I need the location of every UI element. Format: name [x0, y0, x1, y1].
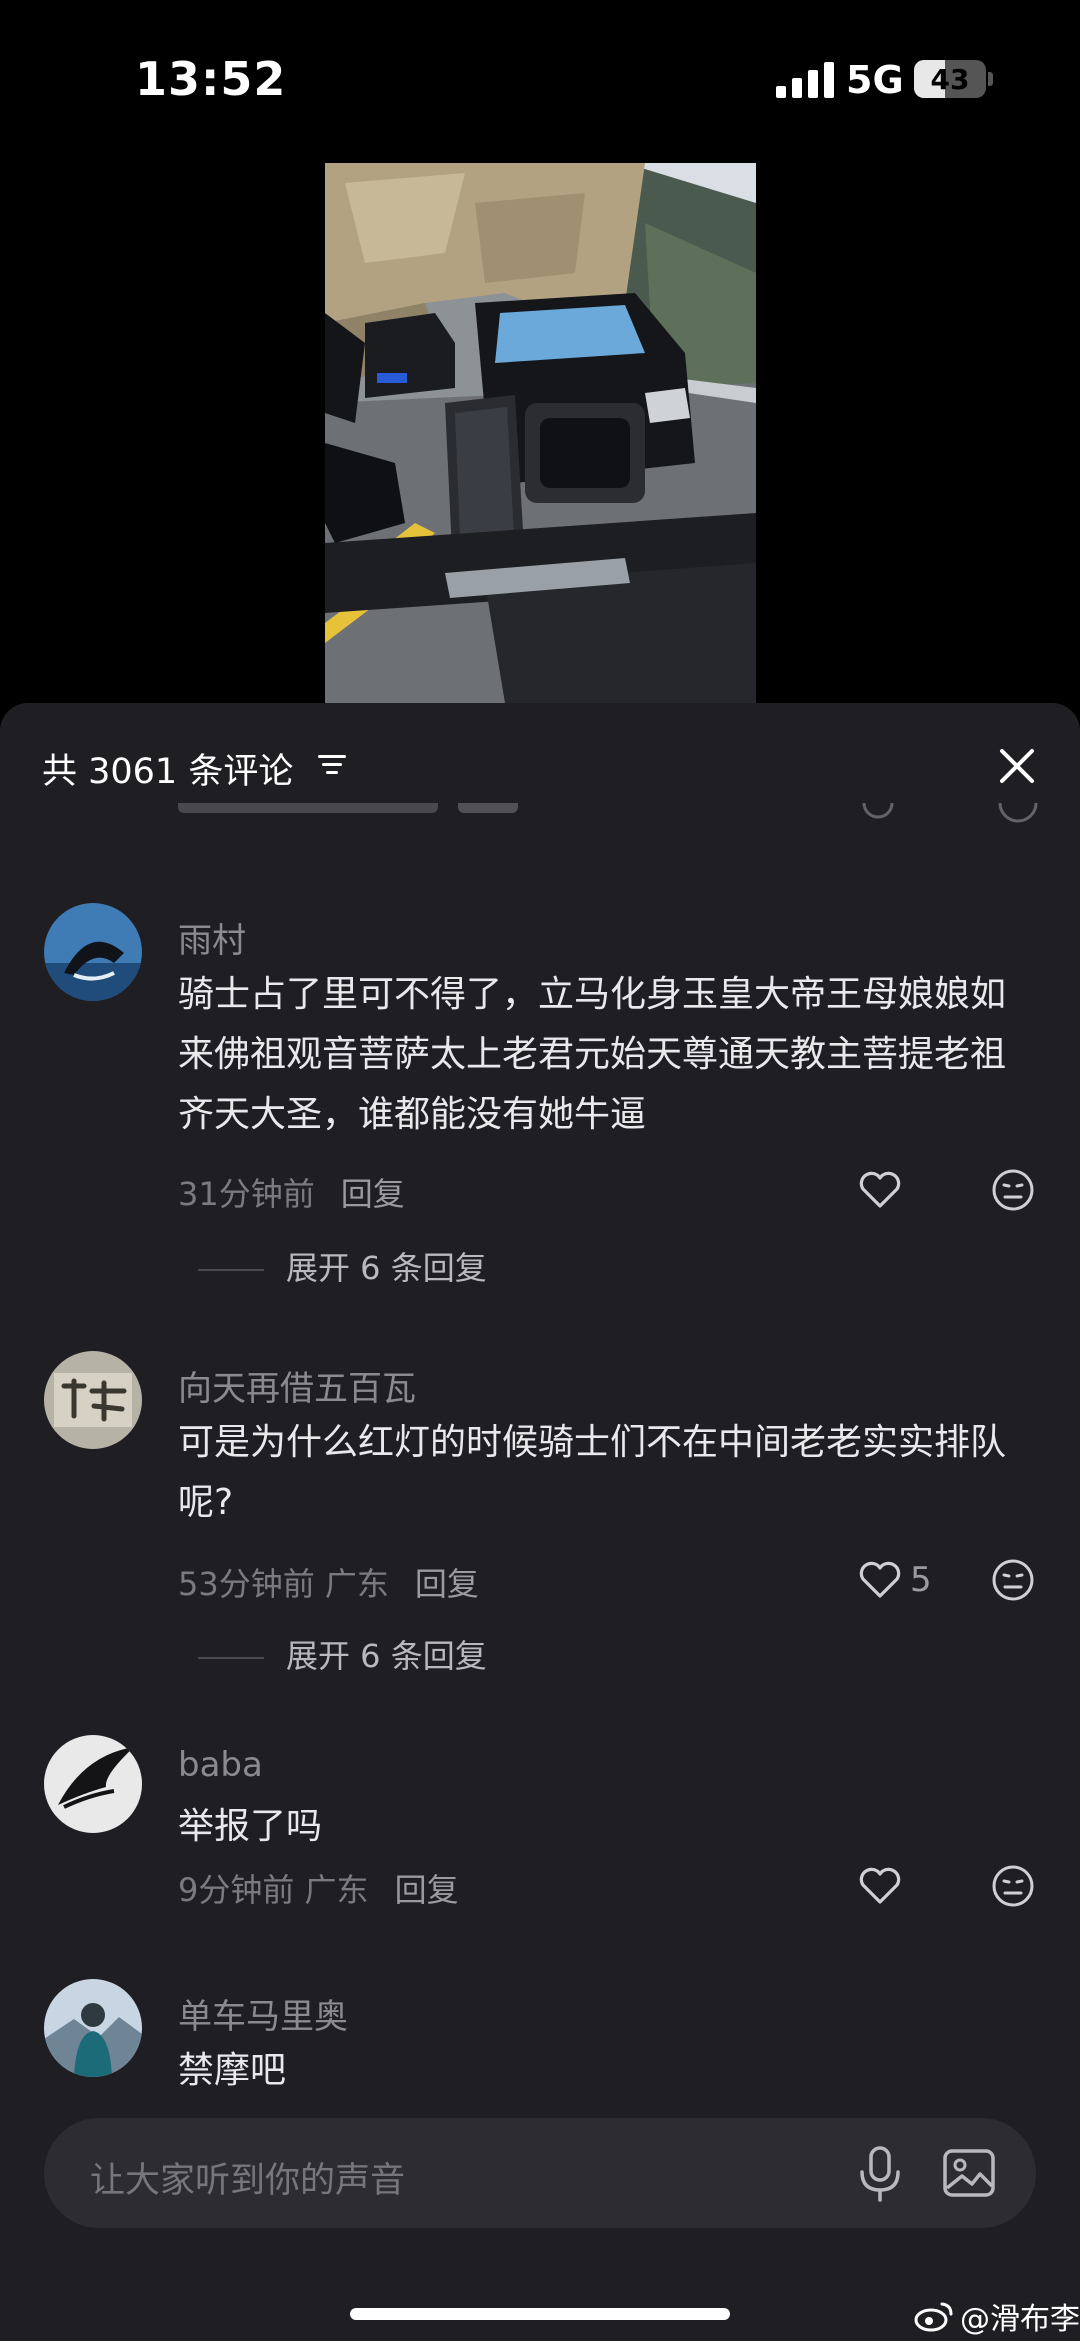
heart-icon — [859, 1867, 901, 1904]
signal-strength-icon — [776, 62, 834, 98]
comment-item: baba 举报了吗 9分钟前 广东 回复 — [0, 1735, 1080, 1935]
like-button[interactable] — [858, 1167, 902, 1213]
image-icon[interactable] — [942, 2146, 996, 2200]
dislike-face-icon[interactable] — [990, 1863, 1036, 1909]
expand-replies-button[interactable]: 展开 6 条回复 — [198, 1243, 487, 1289]
like-button[interactable]: 5 — [858, 1557, 932, 1603]
comment-text: 可是为什么红灯的时候骑士们不在中间老老实实排队呢? — [178, 1422, 1007, 1523]
avatar[interactable] — [44, 1735, 142, 1833]
comment-input-placeholder: 让大家听到你的声音 — [90, 2161, 406, 2201]
comment-text: 举报了吗 — [178, 1806, 323, 1847]
avatar[interactable] — [44, 1351, 142, 1449]
comment-meta: 31分钟前 回复 — [178, 1169, 405, 1215]
watermark: @滑布李 — [914, 2294, 1080, 2338]
comment-username[interactable]: 单车马里奥 — [178, 1989, 348, 2038]
battery-tip — [988, 72, 993, 86]
status-bar: 13:52 5G 43 — [0, 0, 1080, 150]
expand-replies-label: 展开 6 条回复 — [286, 1249, 487, 1287]
comment-input[interactable]: 让大家听到你的声音 — [44, 2118, 1036, 2228]
heart-icon — [859, 1171, 901, 1208]
video-preview[interactable] — [325, 163, 756, 703]
comment-count: 共 3061 条评论 — [42, 752, 294, 792]
comment-meta: 53分钟前 广东 回复 — [178, 1559, 479, 1605]
comment-item: 向天再借五百瓦 可是为什么红灯的时候骑士们不在中间老老实实排队呢? 53分钟前 … — [0, 1351, 1080, 1681]
comments-sheet: 共 3061 条评论 雨村 骑士占了里可不得了，立马化身玉皇大帝王母娘娘如来佛祖… — [0, 703, 1080, 2341]
comment-text: 骑士占了里可不得了，立马化身玉皇大帝王母娘娘如来佛祖观音菩萨太上老君元始天尊通天… — [178, 974, 1007, 1135]
comment-time: 53分钟前 — [178, 1565, 315, 1603]
comment-location: 广东 — [304, 1871, 369, 1909]
dislike-face-icon[interactable] — [990, 1557, 1036, 1603]
comment-username[interactable]: 向天再借五百瓦 — [178, 1361, 416, 1410]
expand-replies-button[interactable]: 展开 6 条回复 — [198, 1631, 487, 1677]
network-type: 5G — [846, 58, 904, 102]
divider — [198, 1657, 264, 1659]
comment-item: 单车马里奥 禁摩吧 — [0, 1979, 1080, 2119]
comment-time: 31分钟前 — [178, 1175, 315, 1213]
microphone-icon[interactable] — [852, 2144, 908, 2204]
weibo-logo-icon — [914, 2302, 953, 2332]
comment-username[interactable]: baba — [178, 1745, 263, 1785]
expand-replies-label: 展开 6 条回复 — [286, 1637, 487, 1675]
comment-location: 广东 — [324, 1565, 389, 1603]
avatar[interactable] — [44, 1979, 142, 2077]
reply-button[interactable]: 回复 — [415, 1565, 479, 1603]
avatar[interactable] — [44, 903, 142, 1001]
filter-lines-icon[interactable] — [318, 753, 348, 777]
divider — [198, 1269, 264, 1271]
like-count: 5 — [910, 1560, 932, 1600]
watermark-text: @滑布李 — [960, 2302, 1080, 2337]
battery-percent: 43 — [930, 63, 970, 96]
home-indicator[interactable] — [350, 2308, 730, 2320]
video-thumbnail-image — [325, 163, 756, 703]
reply-button[interactable]: 回复 — [395, 1871, 459, 1909]
comment-meta: 9分钟前 广东 回复 — [178, 1865, 459, 1911]
dislike-face-icon[interactable] — [990, 1167, 1036, 1213]
status-time: 13:52 — [135, 52, 287, 106]
comment-time: 9分钟前 — [178, 1871, 295, 1909]
heart-icon — [859, 1561, 901, 1598]
battery-icon: 43 — [914, 60, 986, 98]
comment-item: 雨村 骑士占了里可不得了，立马化身玉皇大帝王母娘娘如来佛祖观音菩萨太上老君元始天… — [0, 903, 1080, 1287]
comment-text: 禁摩吧 — [178, 2050, 287, 2091]
reply-button[interactable]: 回复 — [341, 1175, 405, 1213]
comment-username[interactable]: 雨村 — [178, 913, 246, 962]
close-icon[interactable] — [990, 739, 1044, 793]
clipped-previous-comment — [178, 803, 1058, 833]
like-button[interactable] — [858, 1863, 902, 1909]
